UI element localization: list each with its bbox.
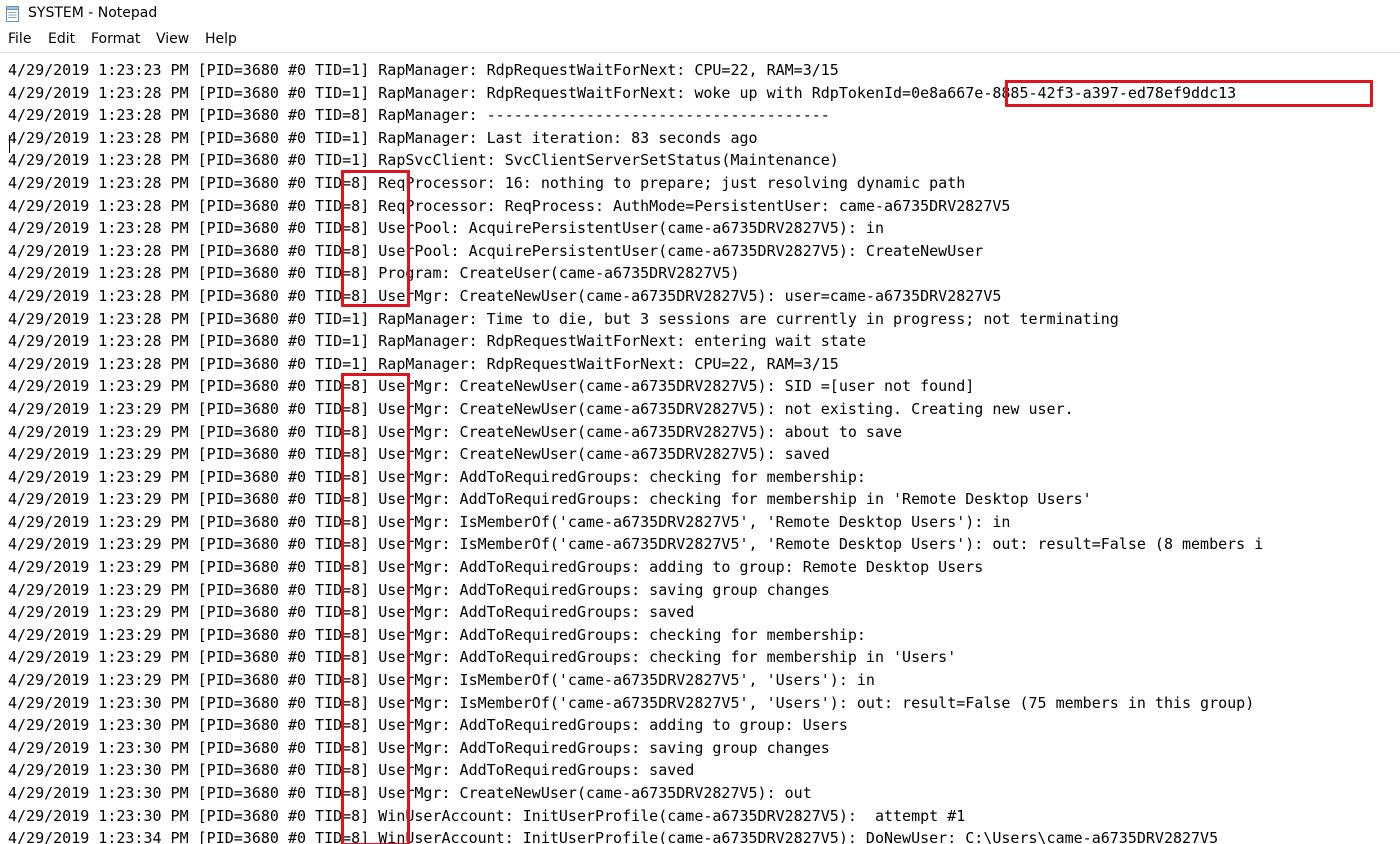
log-line: 4/29/2019 1:23:29 PM [PID=3680 #0 TID=8]…: [8, 535, 1264, 554]
log-line: 4/29/2019 1:23:28 PM [PID=3680 #0 TID=8]…: [8, 241, 984, 260]
log-line: 4/29/2019 1:23:28 PM [PID=3680 #0 TID=8]…: [8, 173, 966, 192]
log-text: 4/29/2019 1:23:23 PM [PID=3680 #0 TID=1]…: [8, 59, 1263, 844]
log-line: 4/29/2019 1:23:29 PM [PID=3680 #0 TID=8]…: [8, 671, 875, 690]
log-line: 4/29/2019 1:23:29 PM [PID=3680 #0 TID=8]…: [8, 490, 1092, 509]
log-line: 4/29/2019 1:23:28 PM [PID=3680 #0 TID=8]…: [8, 286, 1002, 305]
log-line: 4/29/2019 1:23:29 PM [PID=3680 #0 TID=8]…: [8, 467, 866, 486]
notepad-icon: [6, 6, 19, 22]
log-line: 4/29/2019 1:23:28 PM [PID=3680 #0 TID=1]…: [8, 151, 839, 170]
log-line: 4/29/2019 1:23:28 PM [PID=3680 #0 TID=1]…: [8, 83, 1237, 102]
text-caret: [9, 135, 10, 153]
log-line: 4/29/2019 1:23:30 PM [PID=3680 #0 TID=8]…: [8, 806, 966, 825]
log-line: 4/29/2019 1:23:28 PM [PID=3680 #0 TID=1]…: [8, 309, 1119, 328]
log-line: 4/29/2019 1:23:28 PM [PID=3680 #0 TID=8]…: [8, 219, 884, 238]
menu-bar: File Edit Format View Help: [0, 28, 1400, 51]
log-line: 4/29/2019 1:23:28 PM [PID=3680 #0 TID=8]…: [8, 264, 740, 283]
log-line: 4/29/2019 1:23:30 PM [PID=3680 #0 TID=8]…: [8, 761, 695, 780]
log-line: 4/29/2019 1:23:28 PM [PID=3680 #0 TID=8]…: [8, 106, 830, 125]
log-line: 4/29/2019 1:23:23 PM [PID=3680 #0 TID=1]…: [8, 61, 839, 79]
log-line: 4/29/2019 1:23:30 PM [PID=3680 #0 TID=8]…: [8, 784, 812, 802]
log-line: 4/29/2019 1:23:30 PM [PID=3680 #0 TID=8]…: [8, 693, 1255, 712]
log-line: 4/29/2019 1:23:28 PM [PID=3680 #0 TID=1]…: [8, 128, 758, 147]
menu-edit[interactable]: Edit: [48, 31, 75, 47]
log-line: 4/29/2019 1:23:29 PM [PID=3680 #0 TID=8]…: [8, 648, 957, 667]
log-line: 4/29/2019 1:23:34 PM [PID=3680 #0 TID=8]…: [8, 829, 1219, 844]
log-line: 4/29/2019 1:23:29 PM [PID=3680 #0 TID=8]…: [8, 445, 830, 464]
menu-file[interactable]: File: [8, 31, 31, 47]
text-editor[interactable]: 4/29/2019 1:23:23 PM [PID=3680 #0 TID=1]…: [0, 52, 1400, 844]
log-line: 4/29/2019 1:23:28 PM [PID=3680 #0 TID=1]…: [8, 332, 866, 351]
log-line: 4/29/2019 1:23:29 PM [PID=3680 #0 TID=8]…: [8, 512, 1011, 531]
log-line: 4/29/2019 1:23:28 PM [PID=3680 #0 TID=1]…: [8, 354, 839, 373]
log-line: 4/29/2019 1:23:30 PM [PID=3680 #0 TID=8]…: [8, 716, 848, 735]
menu-view[interactable]: View: [156, 31, 189, 47]
log-line: 4/29/2019 1:23:29 PM [PID=3680 #0 TID=8]…: [8, 399, 1074, 418]
log-line: 4/29/2019 1:23:28 PM [PID=3680 #0 TID=8]…: [8, 196, 1011, 215]
menu-format[interactable]: Format: [91, 31, 140, 47]
log-line: 4/29/2019 1:23:29 PM [PID=3680 #0 TID=8]…: [8, 625, 866, 644]
log-line: 4/29/2019 1:23:29 PM [PID=3680 #0 TID=8]…: [8, 603, 695, 622]
title-bar: SYSTEM - Notepad: [0, 0, 1400, 28]
log-line: 4/29/2019 1:23:29 PM [PID=3680 #0 TID=8]…: [8, 377, 975, 396]
log-line: 4/29/2019 1:23:29 PM [PID=3680 #0 TID=8]…: [8, 422, 903, 441]
log-line: 4/29/2019 1:23:30 PM [PID=3680 #0 TID=8]…: [8, 738, 830, 757]
menu-help[interactable]: Help: [205, 31, 237, 47]
log-line: 4/29/2019 1:23:29 PM [PID=3680 #0 TID=8]…: [8, 558, 984, 577]
window-title: SYSTEM - Notepad: [28, 5, 158, 21]
log-line: 4/29/2019 1:23:29 PM [PID=3680 #0 TID=8]…: [8, 580, 830, 599]
